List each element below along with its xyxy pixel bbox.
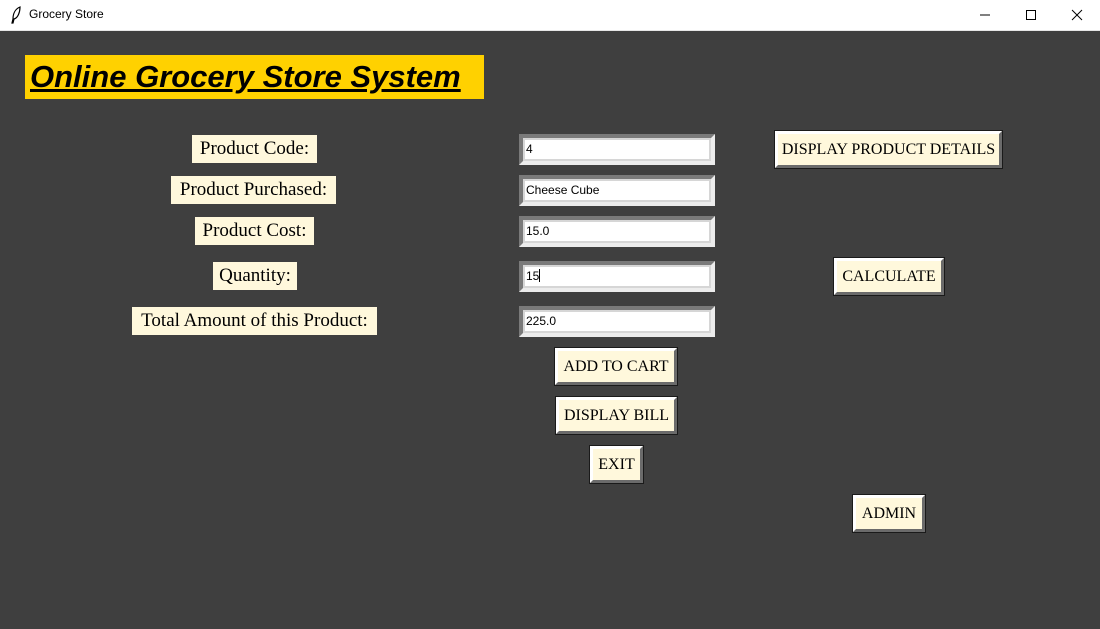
product-code-label: Product Code: [192, 135, 317, 163]
product-purchased-field[interactable]: Cheese Cube [519, 175, 715, 206]
feather-icon [11, 6, 21, 24]
add-to-cart-button[interactable]: ADD TO CART [554, 347, 678, 386]
page-title: Online Grocery Store System [25, 55, 484, 99]
admin-button[interactable]: ADMIN [852, 494, 926, 533]
close-button[interactable] [1054, 0, 1100, 30]
quantity-field[interactable]: 15 [519, 261, 715, 292]
product-purchased-label: Product Purchased: [171, 176, 336, 204]
quantity-label: Quantity: [213, 262, 297, 290]
maximize-button[interactable] [1008, 0, 1054, 30]
total-amount-value: 225.0 [526, 314, 557, 328]
display-bill-button[interactable]: DISPLAY BILL [555, 396, 678, 435]
window-titlebar: Grocery Store [0, 0, 1100, 31]
product-code-value: 4 [526, 142, 533, 156]
product-code-field[interactable]: 4 [519, 134, 715, 165]
display-product-details-button[interactable]: DISPLAY PRODUCT DETAILS [774, 130, 1003, 169]
product-purchased-value: Cheese Cube [526, 183, 600, 197]
minimize-button[interactable] [962, 0, 1008, 30]
maximize-icon [1026, 10, 1036, 20]
product-cost-value: 15.0 [526, 224, 550, 238]
calculate-button[interactable]: CALCULATE [833, 257, 945, 296]
quantity-value: 15 [526, 269, 540, 283]
close-icon [1071, 9, 1083, 21]
total-amount-label: Total Amount of this Product: [132, 307, 377, 335]
text-cursor [539, 269, 541, 282]
window-title: Grocery Store [29, 7, 104, 21]
total-amount-field[interactable]: 225.0 [519, 306, 715, 337]
product-cost-field[interactable]: 15.0 [519, 216, 715, 247]
minimize-icon [980, 14, 990, 16]
product-cost-label: Product Cost: [195, 217, 314, 245]
exit-button[interactable]: EXIT [589, 445, 644, 484]
